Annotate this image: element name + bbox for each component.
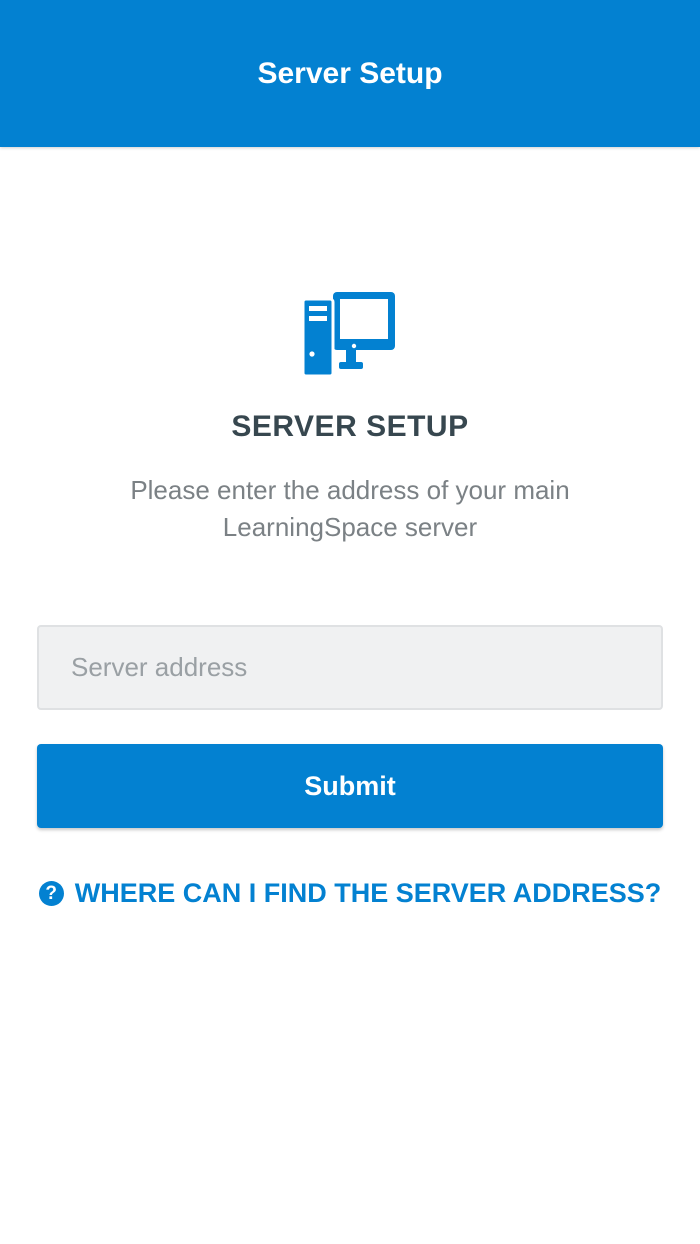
server-address-input[interactable] — [37, 625, 663, 710]
app-bar: Server Setup — [0, 0, 700, 147]
desktop-computer-icon — [303, 292, 395, 376]
help-link-label: WHERE CAN I FIND THE SERVER ADDRESS? — [74, 878, 662, 908]
page-description: Please enter the address of your main Le… — [130, 475, 570, 542]
find-server-address-link[interactable]: ? WHERE CAN I FIND THE SERVER ADDRESS? — [0, 878, 700, 909]
submit-button[interactable]: Submit — [37, 744, 663, 828]
app-bar-title: Server Setup — [257, 56, 443, 90]
page-heading: SERVER SETUP — [231, 410, 469, 443]
question-circle-icon: ? — [38, 881, 64, 906]
